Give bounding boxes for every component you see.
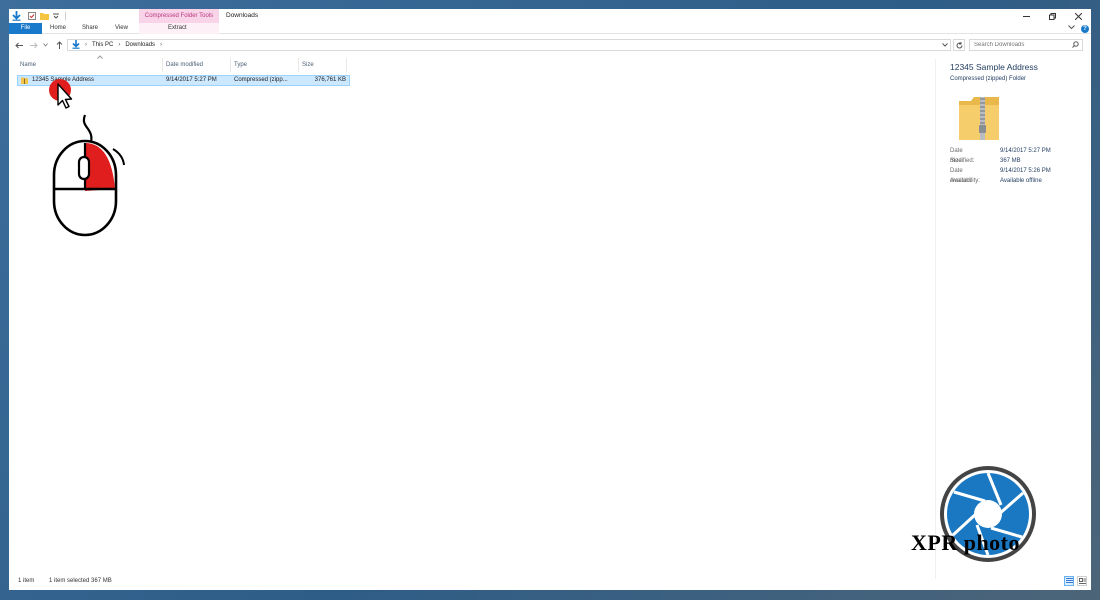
minimize-button[interactable]	[1013, 9, 1039, 23]
forward-arrow-icon	[30, 42, 38, 48]
tab-share[interactable]: Share	[82, 23, 98, 34]
file-list: Name Date modified Type Size 12345 Sampl…	[17, 55, 350, 86]
back-arrow-icon	[15, 42, 23, 48]
new-folder-icon[interactable]	[39, 11, 49, 21]
column-header-name[interactable]: Name	[17, 58, 163, 72]
up-button[interactable]	[53, 39, 65, 51]
watermark-text: XPR photo	[911, 530, 1021, 555]
minimize-icon	[1022, 15, 1030, 17]
file-type: Compressed (zipp...	[234, 77, 288, 83]
tab-file[interactable]: File	[9, 23, 42, 34]
ribbon-right-controls: ?	[1068, 23, 1089, 34]
download-arrow-icon	[11, 11, 21, 21]
breadcrumb-downloads[interactable]: Downloads	[125, 42, 155, 48]
zip-folder-icon	[21, 77, 28, 84]
breadcrumb-this-pc[interactable]: This PC	[92, 42, 113, 48]
property-value: 9/14/2017 5:26 PM	[1000, 168, 1051, 174]
restore-button[interactable]	[1039, 9, 1065, 23]
address-bar[interactable]: › This PC › Downloads ›	[67, 39, 951, 51]
details-subtitle: Compressed (zipped) Folder	[950, 76, 1027, 82]
tab-extract[interactable]: Extract	[168, 23, 187, 34]
window-controls	[1013, 9, 1091, 23]
forward-button[interactable]	[28, 39, 40, 51]
breadcrumb-separator: ›	[160, 42, 163, 48]
close-button[interactable]	[1065, 9, 1091, 23]
details-title: 12345 Sample Address	[950, 62, 1038, 72]
help-button[interactable]: ?	[1081, 24, 1089, 33]
chevron-down-icon	[42, 43, 48, 47]
file-explorer-window: Compressed Folder Tools Downloads File H…	[9, 9, 1091, 590]
title-bar: Compressed Folder Tools Downloads	[9, 9, 1091, 23]
chevron-down-icon	[942, 43, 948, 47]
navigation-bar: › This PC › Downloads ›	[9, 38, 1091, 52]
expand-ribbon-icon[interactable]	[1068, 25, 1075, 32]
zip-folder-large-icon	[959, 97, 999, 140]
context-tab-group-label: Compressed Folder Tools	[139, 9, 219, 23]
large-icons-view-icon	[1078, 578, 1086, 584]
back-button[interactable]	[13, 39, 25, 51]
breadcrumb-separator: ›	[118, 42, 121, 48]
status-bar: 1 item 1 item selected 367 MB	[9, 575, 1091, 590]
property-label: Availability:	[950, 178, 980, 184]
properties-icon[interactable]	[27, 11, 37, 21]
close-icon	[1074, 12, 1082, 20]
file-date-modified: 9/14/2017 5:27 PM	[166, 77, 217, 83]
property-value: 9/14/2017 5:27 PM	[1000, 148, 1051, 154]
restore-icon	[1048, 12, 1056, 20]
search-icon[interactable]	[1072, 41, 1079, 50]
address-dropdown-button[interactable]	[942, 40, 948, 50]
tab-view[interactable]: View	[115, 23, 128, 34]
cursor-click-indicator-icon	[49, 79, 73, 109]
column-header-date-modified[interactable]: Date modified	[163, 58, 231, 72]
details-view-button[interactable]	[1064, 576, 1074, 586]
ribbon-tab-strip: File Home Share View Extract ?	[9, 23, 1091, 34]
toolbar-divider	[65, 12, 66, 20]
search-input[interactable]	[969, 39, 1083, 51]
details-view-icon	[1065, 578, 1073, 583]
right-click-mouse-icon	[52, 114, 125, 237]
breadcrumb-separator: ›	[85, 42, 87, 48]
quick-access-toolbar	[9, 9, 66, 23]
column-header-type[interactable]: Type	[231, 58, 299, 72]
item-count: 1 item	[18, 578, 35, 584]
column-header-size[interactable]: Size	[299, 58, 347, 72]
refresh-icon	[956, 41, 962, 48]
tab-home[interactable]: Home	[50, 23, 66, 34]
up-arrow-icon	[56, 41, 62, 49]
property-value: 367 MB	[1000, 158, 1021, 164]
file-size: 376,761 KB	[314, 77, 346, 83]
refresh-button[interactable]	[953, 39, 965, 51]
large-icons-view-button[interactable]	[1077, 576, 1087, 586]
view-toggle	[1064, 576, 1087, 586]
column-headers: Name Date modified Type Size	[17, 55, 347, 72]
property-value: Available offline	[1000, 178, 1042, 184]
downloads-location-icon	[72, 39, 80, 51]
window-title: Downloads	[226, 12, 259, 19]
recent-locations-button[interactable]	[41, 39, 49, 51]
property-label: Size:	[950, 158, 964, 164]
customize-toolbar-icon[interactable]	[51, 11, 61, 21]
selection-info: 1 item selected 367 MB	[49, 578, 112, 584]
